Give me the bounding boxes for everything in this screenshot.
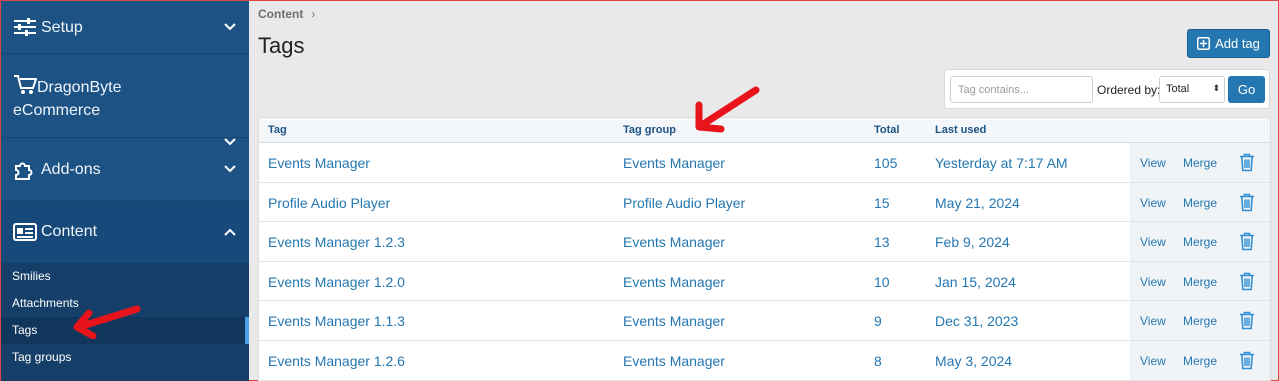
breadcrumb-separator: ›: [311, 7, 316, 21]
header-tag[interactable]: Tag: [268, 124, 287, 136]
sidebar-section-label: Content: [41, 223, 98, 240]
breadcrumb-content-link[interactable]: Content: [258, 7, 303, 21]
total-cell: 15: [874, 194, 890, 211]
view-link[interactable]: View: [1140, 275, 1166, 289]
plus-square-icon: [1197, 37, 1211, 50]
total-cell: 9: [874, 313, 882, 330]
chevron-up-icon: [224, 228, 236, 236]
page-title: Tags: [258, 33, 305, 58]
add-tag-label: Add tag: [1215, 36, 1260, 51]
filter-bar: Ordered by: Total Go: [944, 69, 1270, 109]
add-tag-button[interactable]: Add tag: [1187, 29, 1270, 58]
merge-link[interactable]: Merge: [1183, 275, 1217, 289]
order-select[interactable]: Total: [1159, 76, 1225, 103]
header-last-used[interactable]: Last used: [935, 124, 986, 136]
merge-link[interactable]: Merge: [1183, 314, 1217, 328]
trash-icon[interactable]: [1239, 272, 1255, 291]
admin-sidebar: Setup DragonByte eCommerce Add-ons Conte…: [1, 1, 249, 381]
tag-contains-input[interactable]: [950, 76, 1093, 103]
trash-icon[interactable]: [1239, 232, 1255, 251]
header-total[interactable]: Total: [874, 124, 899, 136]
row-actions: View Merge: [1130, 261, 1270, 301]
tag-link[interactable]: Events Manager 1.2.3: [268, 234, 405, 250]
puzzle-icon: [15, 162, 33, 180]
table-row: Events Manager 1.2.0 Events Manager 10 Jan …: [259, 261, 1270, 302]
tag-group-link[interactable]: Events Manager: [623, 155, 725, 171]
order-select-value: Total: [1166, 83, 1190, 95]
last-used-cell: May 3, 2024: [935, 352, 1013, 369]
tag-link[interactable]: Profile Audio Player: [268, 195, 390, 211]
table-header: Tag Tag group Total Last used: [259, 118, 1270, 143]
tags-table: Tag Tag group Total Last used Events Man…: [258, 117, 1271, 381]
total-cell: 13: [874, 234, 890, 251]
tag-link[interactable]: Events Manager: [268, 155, 370, 171]
newspaper-icon: [13, 222, 37, 241]
tag-group-link[interactable]: Events Manager: [623, 274, 725, 290]
tag-group-link[interactable]: Profile Audio Player: [623, 195, 745, 211]
trash-icon[interactable]: [1239, 351, 1255, 370]
merge-link[interactable]: Merge: [1183, 235, 1217, 249]
last-used-cell: Yesterday at 7:17 AM: [935, 155, 1068, 171]
tag-link[interactable]: Events Manager 1.2.6: [268, 353, 405, 369]
sidebar-item-smilies[interactable]: Smilies: [1, 263, 249, 290]
row-actions: View Merge: [1130, 301, 1270, 340]
merge-link[interactable]: Merge: [1183, 196, 1217, 210]
sidebar-item-attachments[interactable]: Attachments: [1, 290, 249, 317]
row-actions: View Merge: [1130, 182, 1270, 222]
row-actions: View Merge: [1130, 222, 1270, 261]
total-cell: 8: [874, 352, 882, 369]
view-link[interactable]: View: [1140, 156, 1166, 170]
sidebar-section-setup[interactable]: Setup: [1, 1, 249, 54]
sidebar-item-tag-groups[interactable]: Tag groups: [1, 344, 249, 371]
main-content: Content › Tags Add tag Ordered by: Total …: [249, 1, 1278, 381]
ordered-by-label: Ordered by:: [1097, 83, 1161, 97]
total-cell: 10: [874, 273, 890, 290]
row-actions: View Merge: [1130, 340, 1270, 380]
sidebar-section-addons[interactable]: Add-ons: [1, 138, 249, 201]
table-row: Events Manager 1.1.3 Events Manager 9 Dec 3…: [259, 301, 1270, 341]
last-used-cell: May 21, 2024: [935, 194, 1020, 211]
sidebar-section-label: Setup: [41, 18, 83, 36]
row-actions: View Merge: [1130, 143, 1270, 182]
table-row: Events Manager Events Manager 105 Yesterday…: [259, 143, 1270, 183]
last-used-cell: Feb 9, 2024: [935, 234, 1010, 251]
tag-group-link[interactable]: Events Manager: [623, 353, 725, 369]
sidebar-section-content[interactable]: Content: [1, 201, 249, 263]
tag-link[interactable]: Events Manager 1.2.0: [268, 274, 405, 290]
view-link[interactable]: View: [1140, 354, 1166, 368]
go-button[interactable]: Go: [1228, 76, 1265, 103]
merge-link[interactable]: Merge: [1183, 156, 1217, 170]
total-cell: 105: [874, 155, 898, 171]
sidebar-item-tags[interactable]: Tags: [1, 317, 249, 344]
chevron-down-icon: [224, 23, 236, 31]
view-link[interactable]: View: [1140, 235, 1166, 249]
sliders-icon: [14, 18, 36, 36]
table-row: Profile Audio Player Profile Audio Player…: [259, 182, 1270, 223]
last-used-cell: Jan 15, 2024: [935, 273, 1016, 290]
view-link[interactable]: View: [1140, 314, 1166, 328]
merge-link[interactable]: Merge: [1183, 354, 1217, 368]
table-row: Events Manager 1.2.3 Events Manager 13 Feb …: [259, 222, 1270, 262]
tag-group-link[interactable]: Events Manager: [623, 234, 725, 250]
trash-icon[interactable]: [1239, 193, 1255, 212]
header-tag-group[interactable]: Tag group: [623, 124, 676, 136]
table-row: Events Manager 1.2.6 Events Manager 8 May 3…: [259, 340, 1270, 381]
sidebar-section-dragonbyte[interactable]: DragonByte eCommerce: [1, 54, 249, 146]
tag-group-link[interactable]: Events Manager: [623, 313, 725, 329]
sidebar-section-label: Add-ons: [41, 160, 101, 178]
view-link[interactable]: View: [1140, 196, 1166, 210]
cart-icon: [14, 75, 38, 94]
breadcrumb: Content ›: [258, 7, 315, 21]
chevron-down-icon: [224, 165, 236, 173]
trash-icon[interactable]: [1239, 311, 1255, 330]
sidebar-submenu: Smilies Attachments Tags Tag groups: [1, 263, 249, 381]
trash-icon[interactable]: [1239, 153, 1255, 172]
last-used-cell: Dec 31, 2023: [935, 313, 1019, 330]
tag-link[interactable]: Events Manager 1.1.3: [268, 313, 405, 329]
